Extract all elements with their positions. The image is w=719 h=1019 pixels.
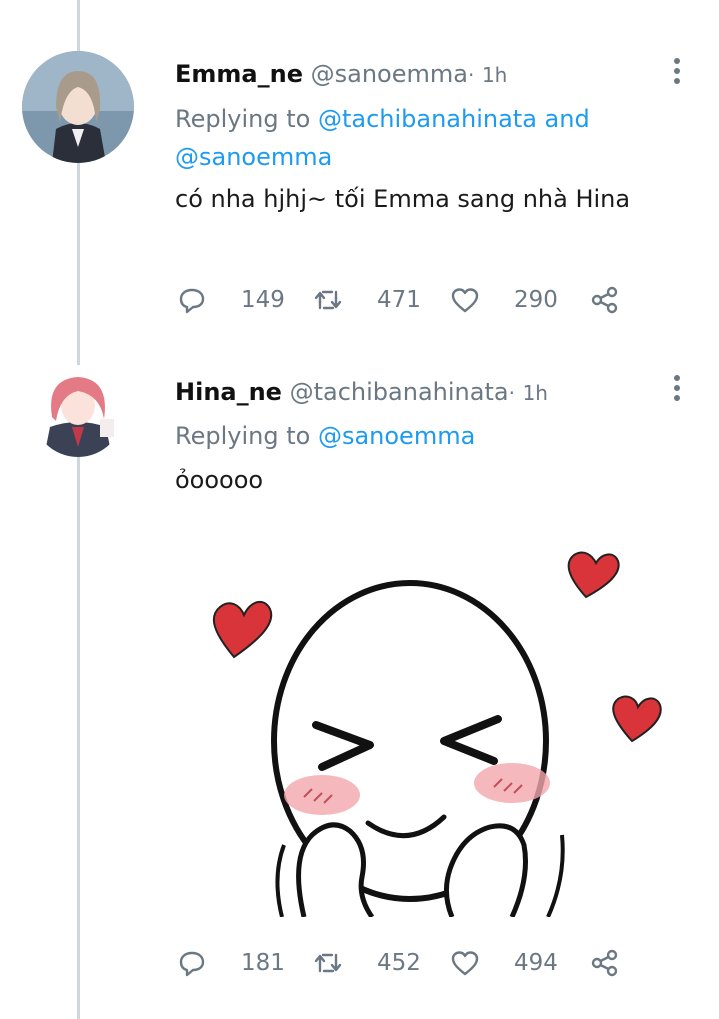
timestamp[interactable]: 1h <box>482 63 507 87</box>
like-count: 494 <box>514 950 558 976</box>
reply-count: 181 <box>241 950 285 976</box>
replying-to-label: Replying to <box>175 422 311 450</box>
more-options-icon[interactable] <box>672 375 682 405</box>
retweet-count: 471 <box>377 287 421 313</box>
separator-dot: · <box>467 63 475 87</box>
share-icon <box>590 948 620 978</box>
handle[interactable]: @tachibanahinata <box>290 378 509 406</box>
reply-count: 149 <box>241 287 285 313</box>
reply-icon <box>177 285 207 315</box>
like-count: 290 <box>514 287 558 313</box>
tweet-text: ỏooooo <box>175 466 264 494</box>
mention-link[interactable]: @sanoemma <box>318 422 475 450</box>
tweet-text: có nha hjhj~ tối Emma sang nhà Hina <box>175 185 631 213</box>
action-bar: 181 452 494 <box>175 945 635 981</box>
tweet: Emma_ne @sanoemma· 1h Replying to @tachi… <box>0 0 719 345</box>
share-button[interactable] <box>590 945 620 981</box>
like-icon <box>450 285 480 315</box>
tweet-image[interactable] <box>172 505 697 917</box>
tweet: Hina_ne @tachibanahinata· 1h Replying to… <box>0 345 719 1019</box>
avatar[interactable] <box>22 51 134 163</box>
timestamp[interactable]: 1h <box>523 381 548 405</box>
share-icon <box>590 285 620 315</box>
handle[interactable]: @sanoemma <box>311 60 468 88</box>
like-button[interactable]: 494 <box>450 945 558 981</box>
replying-to-label: Replying to <box>175 105 311 133</box>
retweet-icon <box>313 948 343 978</box>
reply-button[interactable]: 181 <box>177 945 285 981</box>
display-name[interactable]: Emma_ne <box>175 60 303 88</box>
share-button[interactable] <box>590 282 620 318</box>
retweet-button[interactable]: 452 <box>313 945 421 981</box>
replying-to: Replying to @sanoemma <box>175 417 675 455</box>
separator-dot: · <box>508 381 515 405</box>
reply-icon <box>177 948 207 978</box>
reply-button[interactable]: 149 <box>177 282 285 318</box>
like-icon <box>450 948 480 978</box>
replying-to: Replying to @tachibanahinata and @sanoem… <box>175 100 675 176</box>
like-button[interactable]: 290 <box>450 282 558 318</box>
display-name[interactable]: Hina_ne <box>175 378 282 406</box>
retweet-count: 452 <box>377 950 421 976</box>
retweet-button[interactable]: 471 <box>313 282 421 318</box>
retweet-icon <box>313 285 343 315</box>
action-bar: 149 471 290 <box>175 282 635 318</box>
avatar[interactable] <box>32 365 124 457</box>
more-options-icon[interactable] <box>672 58 682 88</box>
